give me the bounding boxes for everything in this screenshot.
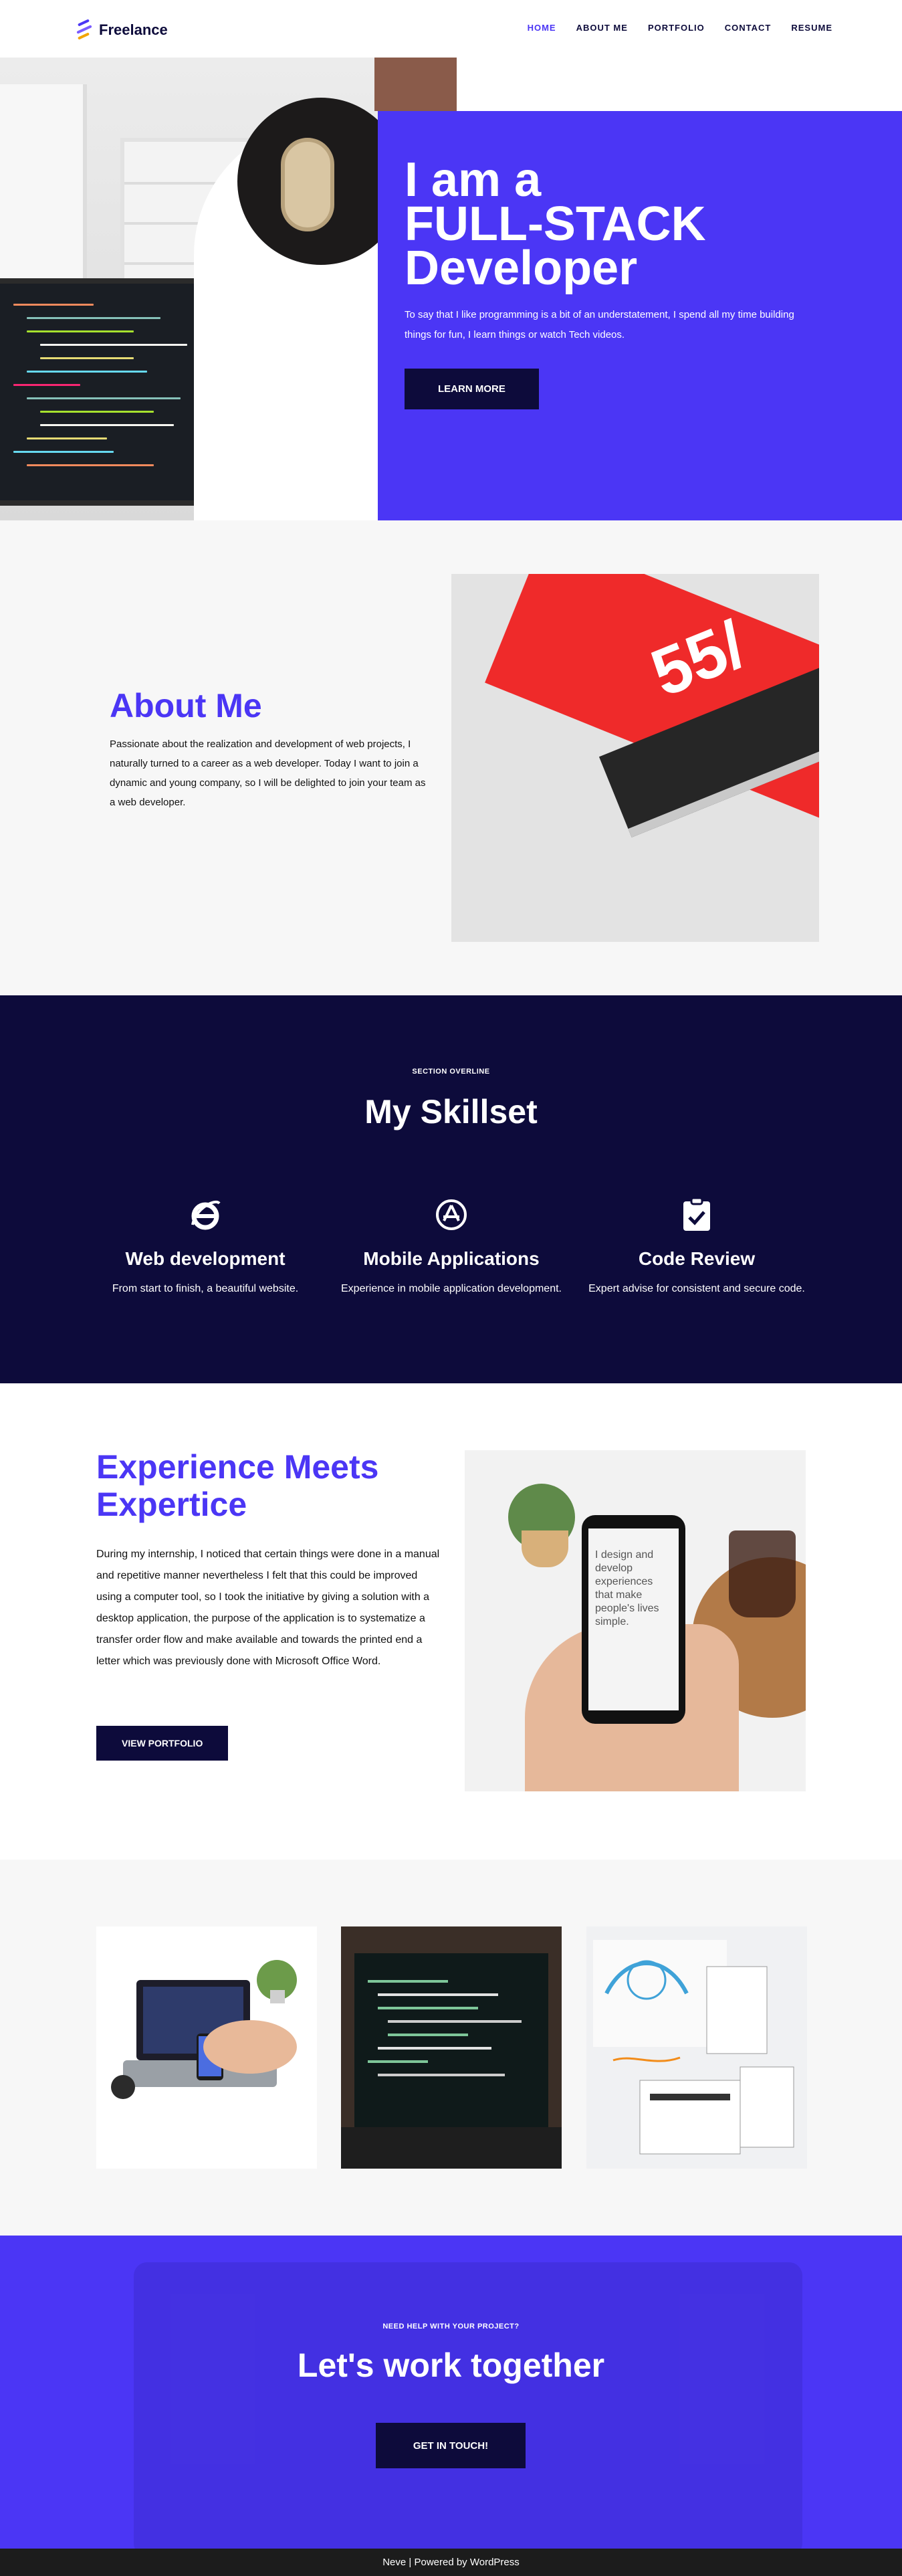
app-store-icon — [433, 1196, 470, 1233]
cta-section: NEED HELP WITH YOUR PROJECT? Let's work … — [0, 2236, 902, 2549]
experience-section: Experience Meets Expertice During my int… — [0, 1383, 902, 1860]
skill-code-review: Code Review Expert advise for consistent… — [586, 1196, 807, 1299]
main-nav: HOME ABOUT ME PORTFOLIO CONTACT RESUME — [528, 23, 832, 33]
nav-portfolio[interactable]: PORTFOLIO — [648, 23, 705, 33]
portfolio-gallery — [0, 1860, 902, 2236]
experience-title: Experience Meets Expertice — [96, 1448, 379, 1523]
cta-title: Let's work together — [297, 2347, 605, 2384]
skill-text: Expert advise for consistent and secure … — [588, 1283, 805, 1294]
page: Freelance HOME ABOUT ME PORTFOLIO CONTAC… — [0, 0, 902, 2576]
logo-icon — [76, 13, 96, 47]
about-laptop-image: 55/ — [451, 574, 819, 942]
nav-about-me[interactable]: ABOUT ME — [576, 23, 628, 33]
get-in-touch-button[interactable]: GET IN TOUCH! — [376, 2423, 526, 2468]
hero-content-box: I am a FULL-STACK Developer To say that … — [378, 111, 902, 520]
hero-title: I am a FULL-STACK Developer — [405, 153, 706, 295]
phone-screen-text: I design and develop experiences that ma… — [588, 1528, 679, 1710]
skill-text: From start to finish, a beautiful websit… — [112, 1283, 299, 1294]
learn-more-button[interactable]: LEARN MORE — [405, 369, 539, 409]
cta-overline: NEED HELP WITH YOUR PROJECT? — [382, 2322, 520, 2331]
skill-title: Code Review — [638, 1248, 756, 1269]
skills-section: SECTION OVERLINE My Skillset Web develop… — [0, 995, 902, 1383]
hero-section: I am a FULL-STACK Developer To say that … — [0, 58, 902, 520]
site-logo[interactable]: Freelance — [76, 13, 168, 47]
skill-web-development: Web development From start to finish, a … — [95, 1196, 316, 1299]
nav-home[interactable]: HOME — [528, 23, 556, 33]
skill-title: Mobile Applications — [363, 1248, 540, 1269]
hero-subtitle: To say that I like programming is a bit … — [405, 309, 794, 340]
site-header: Freelance HOME ABOUT ME PORTFOLIO CONTAC… — [0, 0, 902, 58]
nav-contact[interactable]: CONTACT — [725, 23, 772, 33]
skill-text: Experience in mobile application develop… — [341, 1283, 562, 1294]
about-section: About Me Passionate about the realizatio… — [0, 520, 902, 995]
logo-text: Freelance — [99, 21, 168, 38]
skills-overline: SECTION OVERLINE — [412, 1068, 490, 1076]
internet-explorer-icon — [187, 1196, 224, 1233]
view-portfolio-button[interactable]: VIEW PORTFOLIO — [96, 1726, 229, 1761]
footer-credit[interactable]: Neve | Powered by WordPress — [382, 2557, 520, 2568]
gallery-image-laptop-phone[interactable] — [96, 1926, 317, 2169]
gallery-image-wireframes[interactable] — [586, 1926, 807, 2169]
about-title: About Me — [110, 687, 262, 724]
phone-mockup: I design and develop experiences that ma… — [582, 1515, 685, 1724]
experience-text: During my internship, I noticed that cer… — [96, 1549, 440, 1667]
skill-title: Web development — [125, 1248, 286, 1269]
site-footer: Neve | Powered by WordPress — [0, 2549, 902, 2576]
skill-mobile-applications: Mobile Applications Experience in mobile… — [341, 1196, 562, 1299]
about-text: Passionate about the realization and dev… — [110, 738, 426, 808]
gallery-image-code-laptop[interactable] — [341, 1926, 562, 2169]
nav-resume[interactable]: RESUME — [791, 23, 832, 33]
skills-title: My Skillset — [364, 1093, 538, 1130]
clipboard-check-icon — [678, 1196, 715, 1233]
experience-phone-image: I design and develop experiences that ma… — [465, 1450, 806, 1791]
